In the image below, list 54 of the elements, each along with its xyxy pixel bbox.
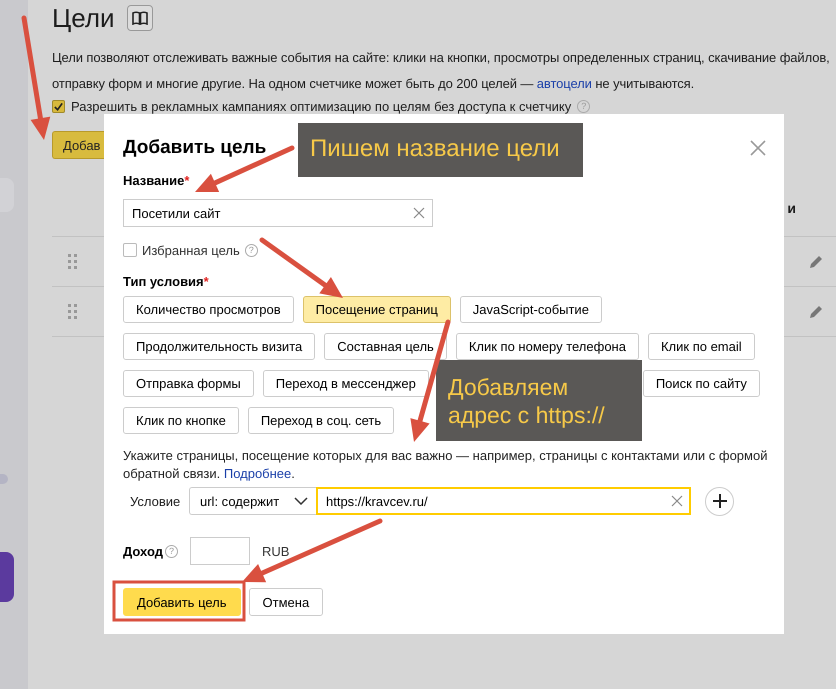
checkbox[interactable] (52, 100, 65, 113)
condition-type-button[interactable]: Поиск по сайту (642, 370, 760, 397)
condition-type-button[interactable]: Составная цель (324, 333, 447, 360)
checkbox-label: Разрешить в рекламных кампаниях оптимизацию по целям без доступа к счетчику (71, 99, 572, 114)
page-title: Цели (52, 4, 115, 32)
chevron-down-icon (294, 497, 308, 505)
field-label: Название* (123, 173, 190, 189)
close-button[interactable] (750, 140, 766, 156)
clear-icon (671, 495, 683, 507)
description-text: Цели позволяют отслеживать важные события на сайте: клики на кнопки, просмотры определенных страниц, скачивание файлов, отправку форм и многие другие. На одном счетчике может быть до 200 целей — автоцели не учитываются. (52, 49, 831, 93)
pencil-icon (808, 254, 824, 270)
cancel-button[interactable]: Отмена (248, 588, 324, 616)
dialog-title: Добавить цель (123, 137, 266, 159)
plus-icon (712, 494, 726, 508)
check-icon (53, 100, 64, 112)
condition-type-button[interactable]: Продолжительность визита (123, 333, 316, 360)
condition-type-button[interactable]: Переход в соц. сеть (248, 407, 394, 434)
drag-handle-icon (68, 254, 78, 270)
income-input-field[interactable] (190, 537, 250, 565)
edit-button[interactable] (808, 304, 824, 320)
condition-type-button[interactable]: Клик по email (648, 333, 755, 360)
condition-type-button[interactable]: Клик по кнопке (123, 407, 239, 434)
condition-type-button[interactable]: JavaScript-событие (460, 296, 602, 323)
currency-label: RUB (262, 544, 290, 558)
field-label: Тип условия* (123, 274, 209, 290)
drag-handle-icon (68, 304, 78, 320)
sidebar-button[interactable] (0, 552, 14, 602)
condition-type-button[interactable]: Клик по номеру телефона (456, 333, 639, 360)
close-icon (750, 140, 766, 156)
checkbox-label: Избранная цель (142, 242, 240, 258)
add-condition-button[interactable] (705, 486, 734, 516)
more-link[interactable]: Подробнее (224, 466, 292, 481)
book-icon (132, 11, 148, 25)
checkbox[interactable] (123, 243, 137, 257)
annotation-tooltip: Добавляем адрес с https:// (436, 360, 642, 441)
condition-type-button[interactable]: Посещение страниц (302, 296, 451, 323)
condition-select[interactable]: url: содержит (189, 487, 316, 515)
clear-icon (413, 207, 425, 219)
name-input-field[interactable]: Посетили сайт (123, 199, 433, 227)
column-header: и (787, 200, 796, 218)
condition-type-button[interactable]: Переход в мессенджер (262, 370, 429, 397)
add-goal-button[interactable]: Добав (52, 131, 104, 159)
add-goal-button[interactable]: Добавить цель (123, 588, 241, 616)
condition-type-button[interactable]: Количество просмотров (123, 296, 294, 323)
condition-type-button[interactable]: Отправка формы (123, 370, 254, 397)
income-label: Доход (123, 544, 163, 558)
pencil-icon (808, 304, 824, 320)
hint-text: Укажите страницы, посещение которых для вас важно — например, страницы с контактами или с формой обратной связи. Подробнее. (123, 447, 768, 483)
edit-button[interactable] (808, 254, 824, 270)
annotation-tooltip: Пишем название цели (298, 123, 583, 177)
url-input-field[interactable]: https://kravcev.ru/ (316, 487, 691, 515)
help-book-button[interactable] (126, 5, 153, 31)
condition-label: Условие (129, 494, 182, 508)
autogoals-link[interactable]: автоцели (536, 76, 592, 91)
